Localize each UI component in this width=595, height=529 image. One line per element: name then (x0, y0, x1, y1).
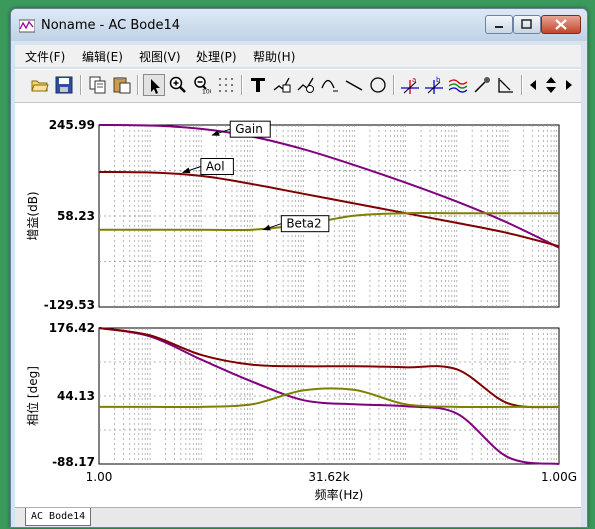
arrow-right-icon (566, 80, 572, 90)
wave-button[interactable] (447, 74, 469, 96)
zoom-in-icon (169, 76, 186, 93)
app-window: Noname - AC Bode14 文件(F) 编辑(E) 视图(V) 处理(… (10, 8, 588, 528)
open-button[interactable] (29, 74, 51, 96)
text-tool-button[interactable] (247, 74, 269, 96)
close-icon (555, 19, 567, 30)
zoom-100-icon: 100 (194, 76, 211, 95)
menu-edit[interactable]: 编辑(E) (82, 48, 123, 65)
cursor-b-button[interactable]: b (423, 74, 445, 96)
zoom-in-button[interactable] (167, 74, 189, 96)
line-tool-button[interactable] (343, 74, 365, 96)
wave-icon (449, 79, 467, 93)
slope-button[interactable] (495, 74, 517, 96)
copy-icon (89, 76, 106, 94)
tag-icon (273, 77, 291, 93)
tag-alt-icon (297, 77, 314, 93)
app-icon (18, 18, 36, 33)
plot-area: 245.99 58.23 -129.53 增益(dB) 176.42 44.13 -88.… (15, 103, 581, 507)
toolbar: 100 a b (15, 69, 581, 103)
phase-panel: 176.42 44.13 -88.17 相位 [deg] 1.00 31.62k 1.00G… (25, 321, 577, 502)
tab-strip: AC Bode14 (15, 507, 581, 527)
close-button[interactable] (541, 15, 581, 34)
window-title: Noname - AC Bode14 (41, 18, 181, 33)
annotate-button[interactable] (319, 74, 341, 96)
minimize-button[interactable] (485, 15, 513, 34)
open-folder-icon (31, 80, 49, 92)
cursor-b-icon: b (425, 76, 443, 94)
zoom-100-button[interactable]: 100 (191, 74, 213, 96)
tab-ac-bode14[interactable]: AC Bode14 (25, 508, 92, 526)
y-axis-label: 增益(dB) (26, 191, 40, 240)
pointer-button[interactable] (143, 74, 165, 96)
pointer-icon (151, 79, 160, 94)
svg-text:100: 100 (202, 89, 211, 95)
menu-help[interactable]: 帮助(H) (253, 48, 295, 65)
text-icon (251, 78, 265, 92)
x-axis-label: 频率(Hz) (315, 487, 364, 502)
line-icon (345, 80, 363, 91)
annotation-label: Aol (206, 159, 225, 173)
nav-updown-button[interactable] (542, 74, 560, 96)
grid-button[interactable] (215, 74, 237, 96)
y-tick-label: 44.13 (57, 389, 95, 403)
tag-alt-button[interactable] (295, 74, 317, 96)
grid-icon (219, 78, 233, 92)
y-tick-label: 176.42 (49, 321, 95, 335)
svg-text:a: a (412, 76, 416, 84)
copy-button[interactable] (87, 74, 109, 96)
annotation-label: Gain (235, 122, 263, 136)
y-tick-label: 58.23 (57, 209, 95, 223)
arrow-updown-icon (546, 77, 556, 93)
y-tick-label: -88.17 (52, 455, 95, 469)
probe-button[interactable] (471, 74, 493, 96)
y-tick-label: -129.53 (44, 298, 95, 312)
cursor-a-icon: a (401, 76, 419, 94)
x-tick-label: 1.00 (86, 470, 113, 484)
paste-icon (113, 77, 131, 94)
circle-tool-button[interactable] (367, 74, 389, 96)
y-tick-label: 245.99 (49, 118, 95, 132)
circle-icon (370, 77, 386, 93)
minimize-icon (495, 26, 503, 28)
annotate-icon (321, 79, 338, 92)
cursor-a-button[interactable]: a (399, 74, 421, 96)
probe-icon (474, 77, 490, 93)
menu-bar: 文件(F) 编辑(E) 视图(V) 处理(P) 帮助(H) (15, 45, 581, 67)
y-axis-label: 相位 [deg] (25, 366, 40, 426)
save-icon (55, 76, 73, 94)
bode-plot[interactable]: 245.99 58.23 -129.53 增益(dB) 176.42 44.13 -88.… (15, 103, 581, 507)
annotation-label: Beta2 (286, 217, 321, 231)
x-tick-label: 1.00G (541, 470, 577, 484)
tag-button[interactable] (271, 74, 293, 96)
paste-button[interactable] (111, 74, 133, 96)
menu-file[interactable]: 文件(F) (25, 48, 65, 65)
svg-text:b: b (436, 76, 441, 84)
gain-panel: 245.99 58.23 -129.53 增益(dB) (26, 118, 560, 312)
arrow-left-icon (530, 80, 536, 90)
menu-view[interactable]: 视图(V) (139, 48, 181, 65)
slope-icon (498, 78, 513, 93)
maximize-button[interactable] (513, 15, 541, 34)
save-button[interactable] (53, 74, 75, 96)
x-tick-label: 31.62k (308, 470, 349, 484)
nav-left-button[interactable] (525, 74, 541, 96)
menu-process[interactable]: 处理(P) (196, 48, 237, 65)
title-bar[interactable]: Noname - AC Bode14 (11, 9, 587, 41)
nav-right-button[interactable] (561, 74, 577, 96)
maximize-icon (521, 19, 532, 29)
